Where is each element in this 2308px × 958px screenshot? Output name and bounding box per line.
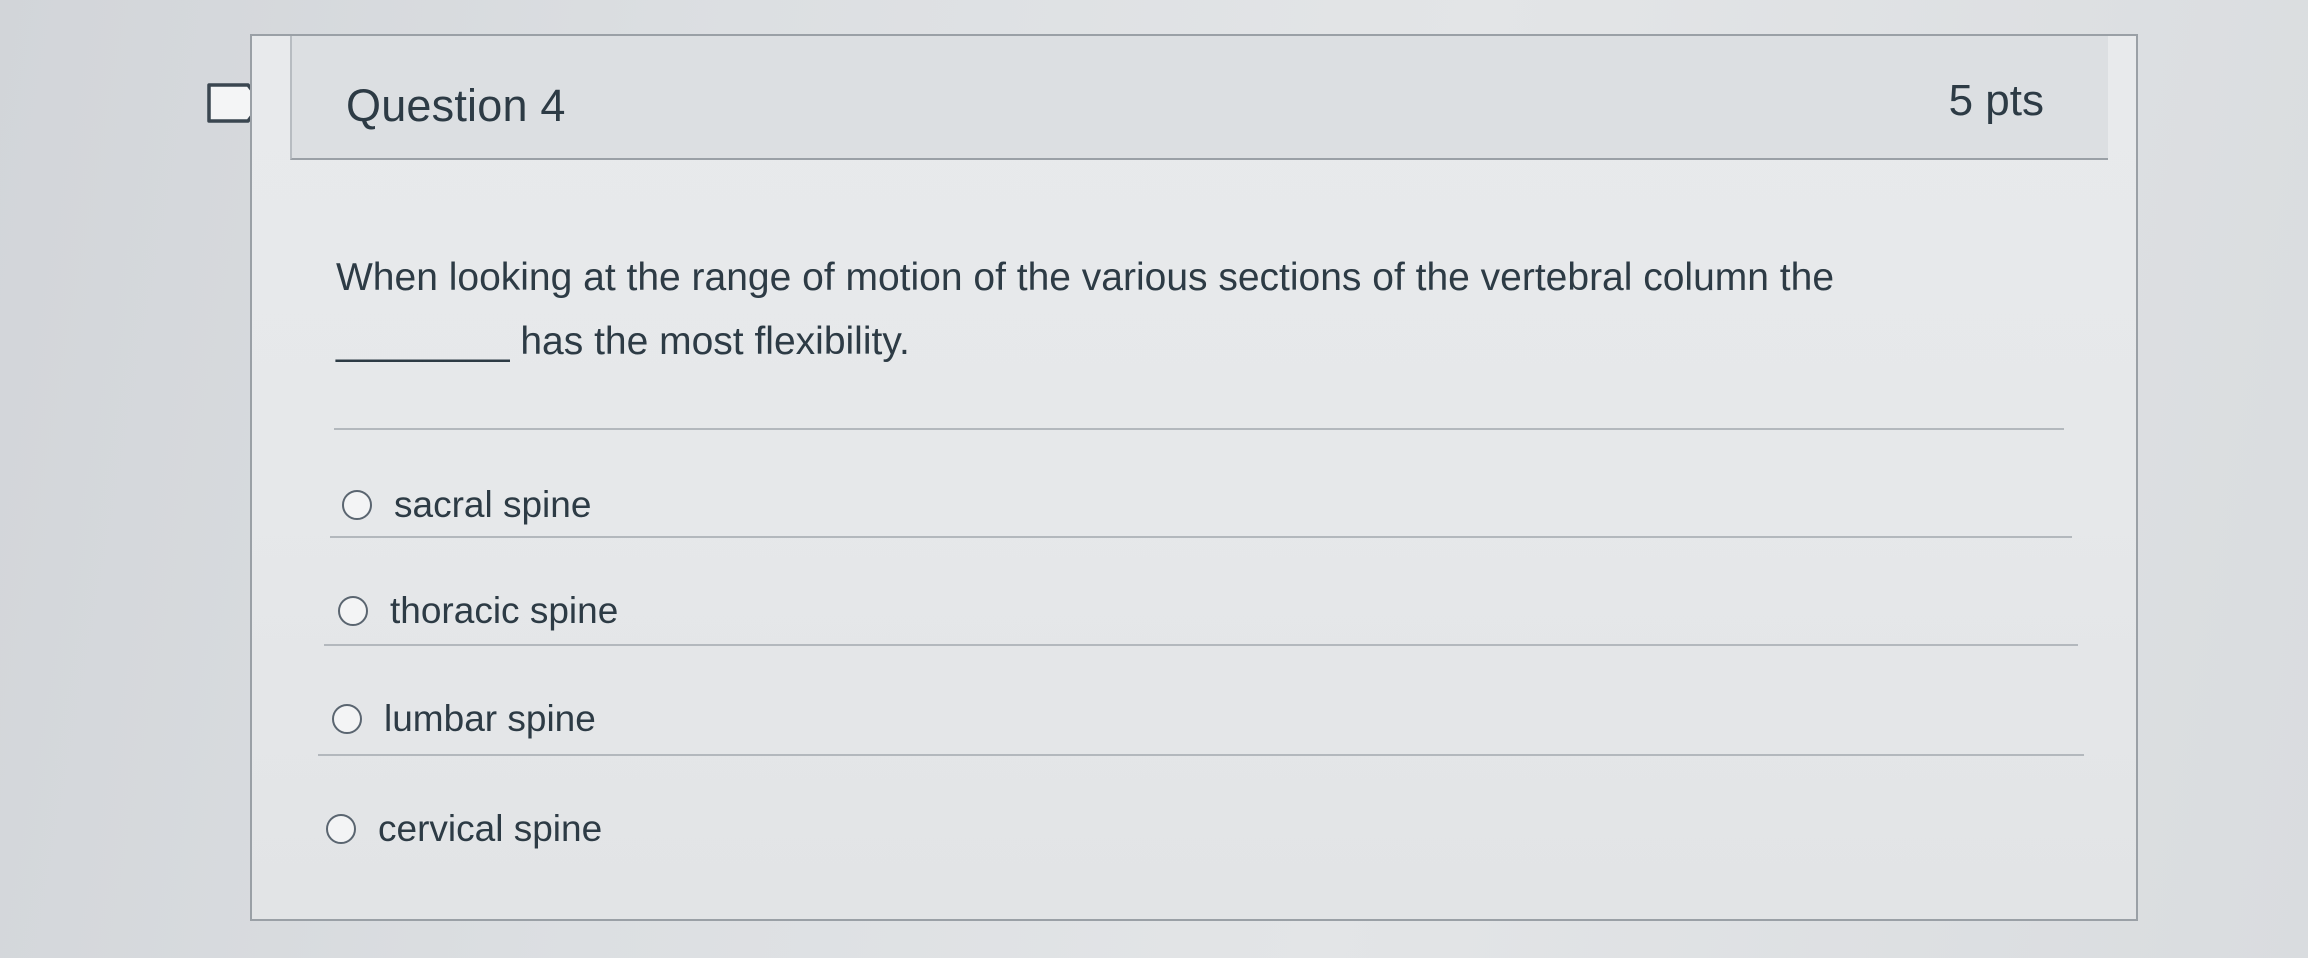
question-points: 5 pts [1948,76,2044,125]
radio-button-icon[interactable] [338,596,368,626]
answer-label: cervical spine [378,808,603,849]
answer-option-cervical[interactable]: cervical spine [326,808,602,850]
answer-label: lumbar spine [384,698,596,739]
question-text: When looking at the range of motion of t… [336,246,2096,374]
question-title: Question 4 [346,80,566,131]
question-header: Question 4 5 pts [290,36,2108,160]
radio-button-icon[interactable] [326,814,356,844]
answer-option-lumbar[interactable]: lumbar spine [332,698,596,740]
answers-top-divider [334,428,2064,430]
radio-button-icon[interactable] [342,490,372,520]
question-card: Question 4 5 pts When looking at the ran… [250,34,2138,921]
answer-divider [318,754,2084,756]
radio-button-icon[interactable] [332,704,362,734]
answer-label: thoracic spine [390,590,619,631]
answer-divider [324,644,2078,646]
question-text-line-2: ________ has the most flexibility. [336,320,910,363]
answer-divider [330,536,2072,538]
question-text-line-1: When looking at the range of motion of t… [336,256,1835,299]
answer-option-sacral[interactable]: sacral spine [342,484,591,526]
answer-option-thoracic[interactable]: thoracic spine [338,590,618,632]
answer-label: sacral spine [394,484,592,525]
